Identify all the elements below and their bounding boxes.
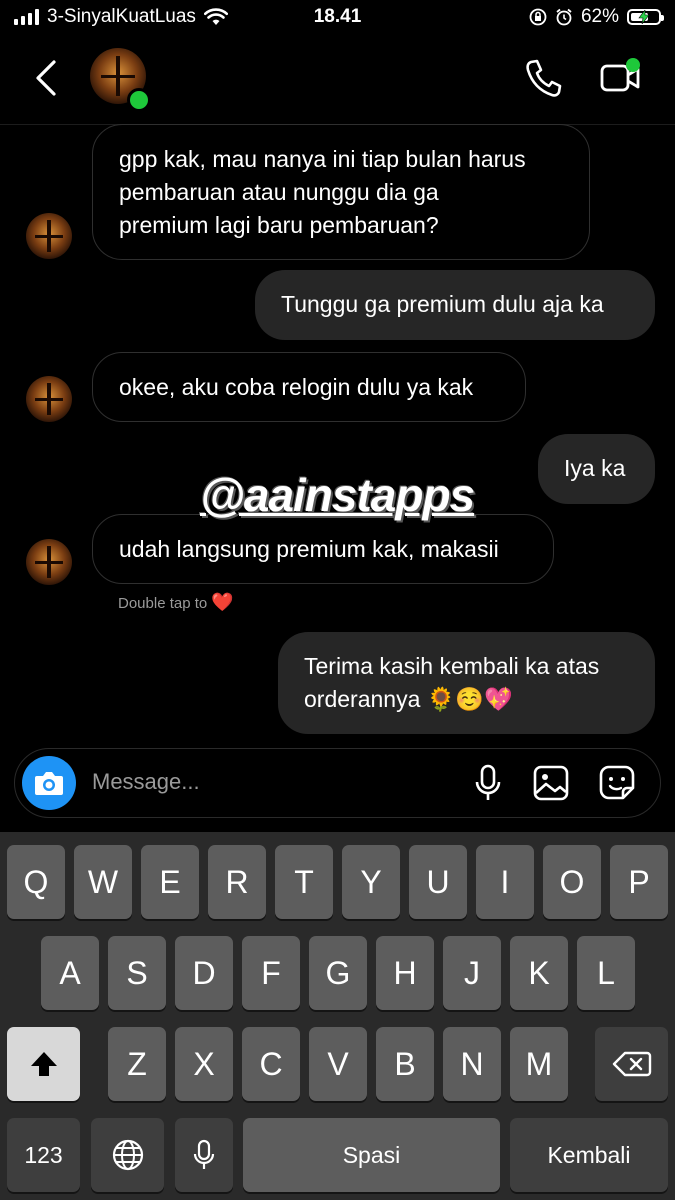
key-x[interactable]: X — [175, 1027, 233, 1101]
message-line: premium lagi baru pembaruan? — [119, 212, 439, 238]
message-outgoing[interactable]: Iya ka — [538, 434, 655, 504]
key-n[interactable]: N — [443, 1027, 501, 1101]
phone-icon[interactable] — [522, 56, 562, 100]
message-line: Terima kasih kembali ka atas — [304, 653, 600, 679]
message-outgoing[interactable]: Tunggu ga premium dulu aja ka — [255, 270, 655, 340]
backspace-icon — [612, 1051, 651, 1077]
key-p[interactable]: P — [610, 845, 668, 919]
message-line: Iya ka — [564, 455, 626, 481]
dictation-key[interactable] — [175, 1118, 233, 1192]
online-status-dot — [127, 88, 151, 112]
key-b[interactable]: B — [376, 1027, 434, 1101]
camera-button[interactable] — [22, 756, 76, 810]
sender-avatar[interactable] — [26, 539, 72, 585]
key-f[interactable]: F — [242, 936, 300, 1010]
key-c[interactable]: C — [242, 1027, 300, 1101]
back-button[interactable] — [30, 56, 64, 100]
globe-icon — [112, 1139, 143, 1171]
key-z[interactable]: Z — [108, 1027, 166, 1101]
status-right: 62% — [529, 6, 664, 28]
key-i[interactable]: I — [476, 845, 534, 919]
message-incoming[interactable]: udah langsung premium kak, makasii — [92, 514, 554, 584]
video-active-dot — [626, 58, 640, 72]
message-composer: Message... — [14, 748, 661, 818]
message-line: udah langsung premium kak, makasii — [119, 536, 499, 562]
key-r[interactable]: R — [208, 845, 266, 919]
key-t[interactable]: T — [275, 845, 333, 919]
orientation-lock-icon — [529, 8, 547, 26]
key-o[interactable]: O — [543, 845, 601, 919]
key-d[interactable]: D — [175, 936, 233, 1010]
message-line: orderannya 🌻☺️💖 — [304, 686, 513, 712]
key-v[interactable]: V — [309, 1027, 367, 1101]
message-incoming[interactable]: okee, aku coba relogin dulu ya kak — [92, 352, 526, 422]
key-u[interactable]: U — [409, 845, 467, 919]
return-key[interactable]: Kembali — [510, 1118, 668, 1192]
message-outgoing[interactable]: Terima kasih kembali ka atas orderannya … — [278, 632, 655, 734]
globe-key[interactable] — [91, 1118, 164, 1192]
double-tap-hint: Double tap to ❤️ — [118, 592, 234, 613]
shift-icon — [30, 1052, 57, 1076]
message-line: gpp kak, mau nanya ini tiap bulan harus — [119, 146, 526, 172]
space-key[interactable]: Spasi — [243, 1118, 500, 1192]
message-line: okee, aku coba relogin dulu ya kak — [119, 374, 474, 400]
backspace-key[interactable] — [595, 1027, 668, 1101]
message-input[interactable]: Message... — [92, 769, 200, 795]
double-tap-text: Double tap to — [118, 595, 208, 612]
sender-avatar[interactable] — [26, 213, 72, 259]
key-g[interactable]: G — [309, 936, 367, 1010]
camera-icon — [35, 772, 63, 795]
key-j[interactable]: J — [443, 936, 501, 1010]
message-line: pembaruan atau nunggu dia ga — [119, 179, 439, 205]
message-incoming[interactable]: gpp kak, mau nanya ini tiap bulan harus … — [92, 124, 590, 260]
key-q[interactable]: Q — [7, 845, 65, 919]
sticker-icon[interactable] — [597, 763, 637, 803]
key-w[interactable]: W — [74, 845, 132, 919]
numbers-key[interactable]: 123 — [7, 1118, 80, 1192]
battery-percent: 62% — [580, 6, 619, 27]
key-a[interactable]: A — [41, 936, 99, 1010]
status-bar: 3-SinyalKuatLuas 18.41 62% — [0, 0, 675, 36]
gallery-icon[interactable] — [531, 763, 571, 803]
keyboard: Q W E R T Y U I O P A S D F G H J K L Z … — [0, 832, 675, 1200]
key-y[interactable]: Y — [342, 845, 400, 919]
key-h[interactable]: H — [376, 936, 434, 1010]
watermark-text: @aainstapps — [200, 469, 475, 521]
key-m[interactable]: M — [510, 1027, 568, 1101]
shift-key[interactable] — [7, 1027, 80, 1101]
key-s[interactable]: S — [108, 936, 166, 1010]
chat-header — [0, 36, 675, 125]
microphone-icon[interactable] — [473, 763, 503, 803]
key-k[interactable]: K — [510, 936, 568, 1010]
battery-icon — [627, 9, 664, 25]
key-e[interactable]: E — [141, 845, 199, 919]
heart-icon: ❤️ — [211, 592, 234, 612]
message-line: Tunggu ga premium dulu aja ka — [281, 291, 604, 317]
microphone-icon — [193, 1139, 215, 1169]
alarm-icon — [556, 8, 572, 26]
sender-avatar[interactable] — [26, 376, 72, 422]
key-l[interactable]: L — [577, 936, 635, 1010]
